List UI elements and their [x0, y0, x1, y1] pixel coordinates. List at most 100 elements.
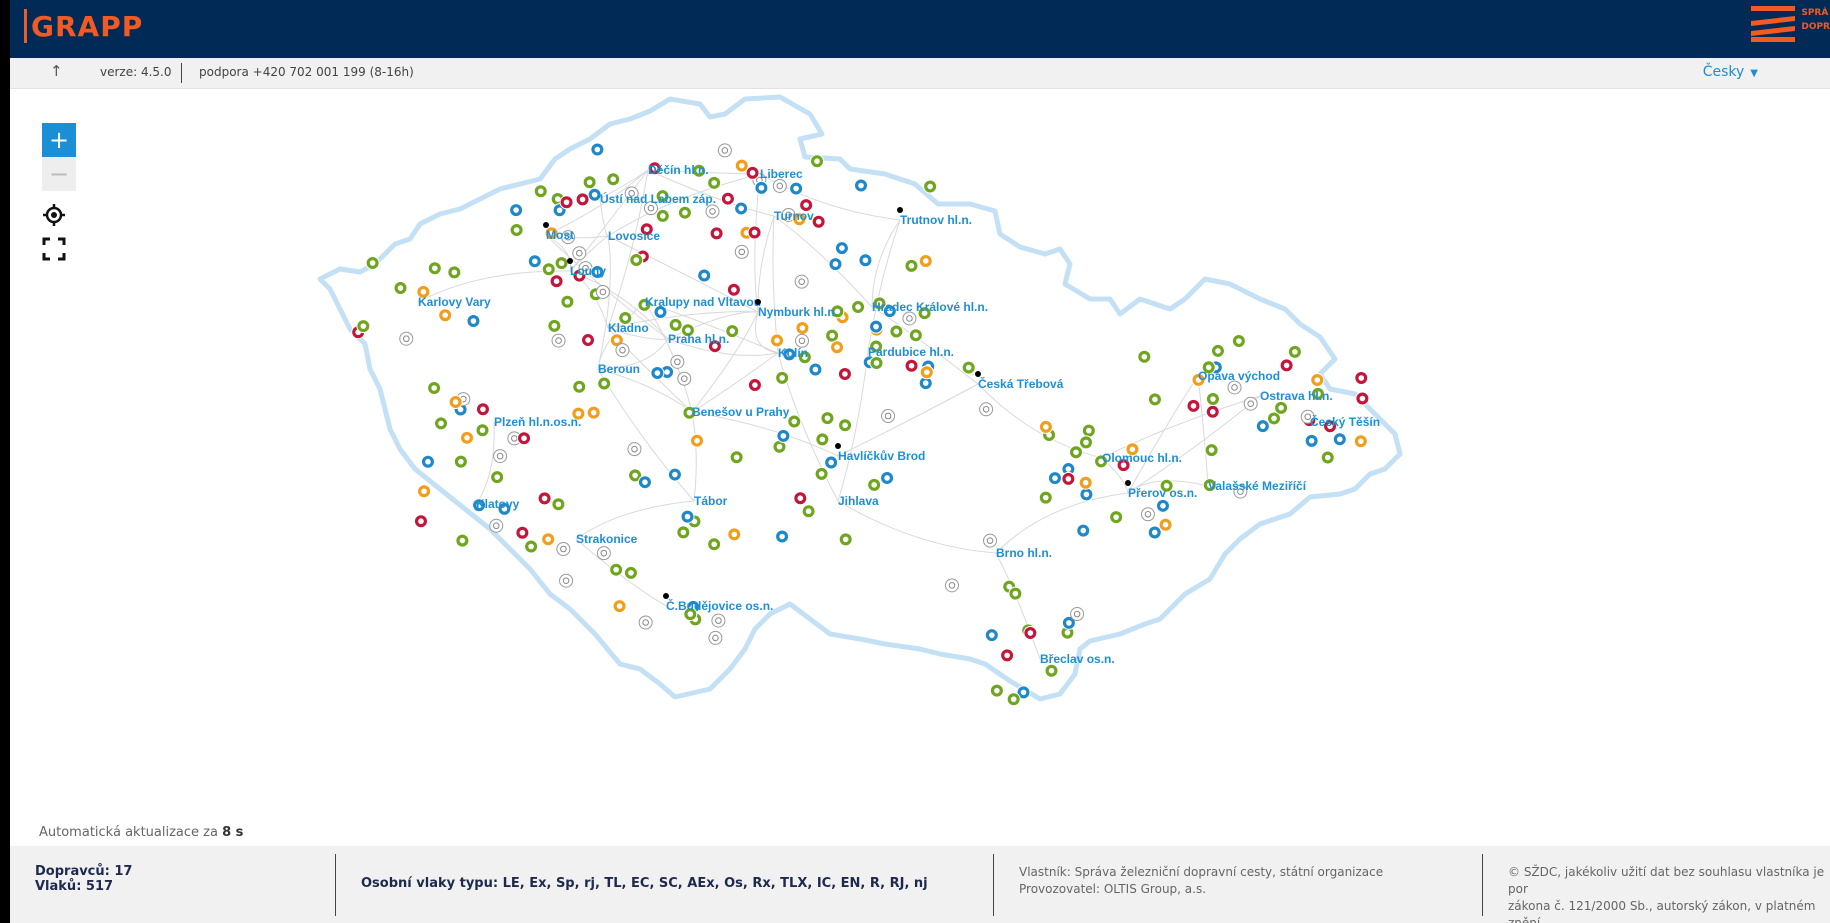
train-marker[interactable]: [815, 432, 830, 447]
train-marker[interactable]: [838, 418, 853, 433]
train-marker[interactable]: [707, 537, 722, 552]
train-marker[interactable]: [509, 222, 524, 237]
train-marker[interactable]: [1243, 396, 1258, 411]
train-marker[interactable]: [581, 333, 596, 348]
train-marker[interactable]: [606, 172, 621, 187]
train-marker[interactable]: [590, 142, 605, 157]
train-marker[interactable]: [460, 430, 475, 445]
train-marker[interactable]: [734, 201, 749, 216]
train-marker[interactable]: [908, 328, 923, 343]
train-marker[interactable]: [793, 491, 808, 506]
train-marker[interactable]: [754, 180, 769, 195]
train-marker[interactable]: [709, 226, 724, 241]
train-marker[interactable]: [427, 261, 442, 276]
train-marker[interactable]: [676, 525, 691, 540]
train-marker[interactable]: [638, 615, 653, 630]
train-marker[interactable]: [854, 178, 869, 193]
train-marker[interactable]: [1205, 404, 1220, 419]
train-marker[interactable]: [509, 203, 524, 218]
train-marker[interactable]: [1304, 433, 1319, 448]
train-marker[interactable]: [795, 321, 810, 336]
train-marker[interactable]: [420, 454, 435, 469]
train-marker[interactable]: [549, 274, 564, 289]
locate-icon[interactable]: [42, 203, 76, 237]
train-marker[interactable]: [399, 331, 414, 346]
train-marker[interactable]: [989, 683, 1004, 698]
train-marker[interactable]: [858, 253, 873, 268]
train-marker[interactable]: [734, 244, 749, 259]
train-marker[interactable]: [814, 466, 829, 481]
train-marker[interactable]: [1070, 607, 1085, 622]
train-marker[interactable]: [918, 253, 933, 268]
train-marker[interactable]: [824, 455, 839, 470]
train-marker[interactable]: [655, 208, 670, 223]
train-marker[interactable]: [1210, 343, 1225, 358]
train-marker[interactable]: [356, 319, 371, 334]
train-marker[interactable]: [1353, 434, 1368, 449]
train-marker[interactable]: [834, 241, 849, 256]
train-marker[interactable]: [475, 423, 490, 438]
train-marker[interactable]: [1047, 471, 1062, 486]
train-marker[interactable]: [808, 362, 823, 377]
train-marker[interactable]: [533, 184, 548, 199]
train-marker[interactable]: [668, 317, 683, 332]
train-marker[interactable]: [747, 378, 762, 393]
train-marker[interactable]: [677, 371, 692, 386]
train-marker[interactable]: [455, 533, 470, 548]
train-marker[interactable]: [837, 366, 852, 381]
train-marker[interactable]: [1140, 507, 1155, 522]
train-marker[interactable]: [1231, 334, 1246, 349]
train-marker[interactable]: [697, 268, 712, 283]
train-marker[interactable]: [801, 504, 816, 519]
train-marker[interactable]: [527, 254, 542, 269]
train-marker[interactable]: [1158, 517, 1173, 532]
train-marker[interactable]: [559, 573, 574, 588]
train-marker[interactable]: [447, 265, 462, 280]
train-marker[interactable]: [745, 165, 760, 180]
train-marker[interactable]: [867, 477, 882, 492]
train-marker[interactable]: [524, 539, 539, 554]
train-marker[interactable]: [1081, 423, 1096, 438]
train-marker[interactable]: [727, 527, 742, 542]
train-marker[interactable]: [575, 192, 590, 207]
zoom-in-button[interactable]: +: [42, 123, 76, 157]
train-marker[interactable]: [889, 324, 904, 339]
train-marker[interactable]: [551, 497, 566, 512]
train-marker[interactable]: [541, 262, 556, 277]
train-marker[interactable]: [537, 491, 552, 506]
train-marker[interactable]: [582, 175, 597, 190]
train-marker[interactable]: [475, 402, 490, 417]
train-marker[interactable]: [772, 178, 787, 193]
train-marker[interactable]: [961, 360, 976, 375]
train-marker[interactable]: [597, 376, 612, 391]
train-marker[interactable]: [1008, 586, 1023, 601]
train-marker[interactable]: [623, 565, 638, 580]
train-marker[interactable]: [413, 514, 428, 529]
train-marker[interactable]: [707, 175, 722, 190]
train-marker[interactable]: [493, 449, 508, 464]
train-marker[interactable]: [559, 195, 574, 210]
train-marker[interactable]: [615, 343, 630, 358]
train-marker[interactable]: [393, 281, 408, 296]
train-marker[interactable]: [596, 546, 611, 561]
train-marker[interactable]: [1078, 435, 1093, 450]
train-marker[interactable]: [427, 380, 442, 395]
train-marker[interactable]: [880, 470, 895, 485]
train-marker[interactable]: [554, 256, 569, 271]
train-marker[interactable]: [1310, 373, 1325, 388]
train-marker[interactable]: [919, 365, 934, 380]
train-marker[interactable]: [787, 414, 802, 429]
train-marker[interactable]: [572, 246, 587, 261]
train-marker[interactable]: [711, 613, 726, 628]
train-marker[interactable]: [838, 532, 853, 547]
train-marker[interactable]: [417, 484, 432, 499]
train-marker[interactable]: [438, 308, 453, 323]
train-marker[interactable]: [979, 402, 994, 417]
train-marker[interactable]: [747, 225, 762, 240]
train-marker[interactable]: [466, 314, 481, 329]
train-marker[interactable]: [775, 529, 790, 544]
train-marker[interactable]: [1279, 358, 1294, 373]
train-marker[interactable]: [627, 442, 642, 457]
train-marker[interactable]: [1006, 692, 1021, 707]
train-marker[interactable]: [1038, 419, 1053, 434]
